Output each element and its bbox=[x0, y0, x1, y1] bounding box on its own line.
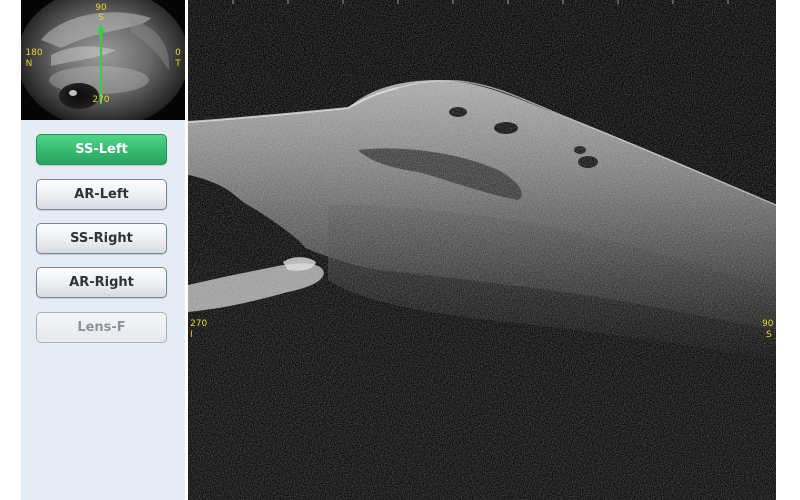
lens-f-button[interactable]: Lens-F bbox=[36, 312, 167, 343]
anterior-segment-oct-viewer: 90 S 180 N 0 T 270 SS-Left AR-Left SS-Ri… bbox=[0, 0, 800, 500]
ar-left-button[interactable]: AR-Left bbox=[36, 179, 167, 210]
eye-fundus-thumbnail[interactable]: 90 S 180 N 0 T 270 bbox=[21, 0, 185, 120]
thumb-bottom-degree: 270 bbox=[92, 95, 110, 105]
thumb-right-degree: 0 bbox=[175, 48, 181, 58]
scan-left-degree: 270 bbox=[190, 319, 208, 329]
thumb-right-direction: T bbox=[175, 59, 181, 69]
ss-left-button[interactable]: SS-Left bbox=[36, 134, 167, 165]
thumb-left-degree: 180 bbox=[25, 48, 43, 58]
oct-scan-view[interactable]: 270 I 90 S bbox=[188, 0, 776, 500]
thumb-top-direction: S bbox=[98, 13, 104, 23]
ar-right-button-label: AR-Right bbox=[69, 275, 134, 290]
scan-right-direction: S bbox=[766, 330, 772, 340]
lens-f-button-label: Lens-F bbox=[77, 320, 126, 335]
left-control-panel: 90 S 180 N 0 T 270 SS-Left AR-Left SS-Ri… bbox=[21, 0, 185, 500]
ss-right-button-label: SS-Right bbox=[70, 231, 133, 246]
ar-left-button-label: AR-Left bbox=[74, 187, 129, 202]
ss-right-button[interactable]: SS-Right bbox=[36, 223, 167, 254]
thumb-left-direction: N bbox=[25, 59, 33, 69]
thumb-top-degree: 90 bbox=[95, 3, 107, 13]
scan-right-degree: 90 bbox=[762, 319, 774, 329]
scan-left-direction: I bbox=[190, 330, 193, 340]
ar-right-button[interactable]: AR-Right bbox=[36, 267, 167, 298]
oct-cross-section-image bbox=[188, 0, 776, 500]
ss-left-button-label: SS-Left bbox=[75, 142, 128, 157]
